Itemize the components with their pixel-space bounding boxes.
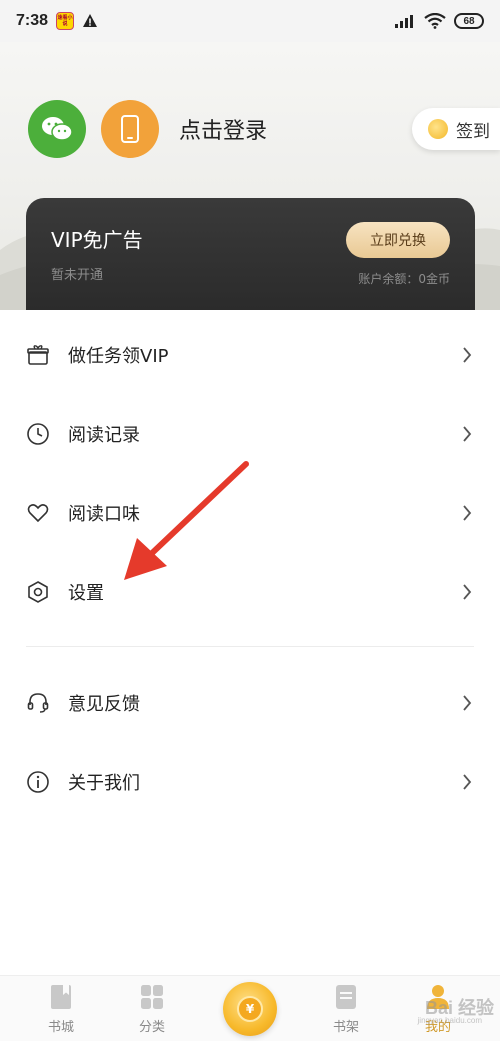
- gift-icon: [26, 343, 50, 367]
- phone-login-button[interactable]: [101, 100, 159, 158]
- battery-indicator: 68: [454, 13, 484, 29]
- warning-icon: [83, 14, 98, 27]
- info-icon: [26, 770, 50, 794]
- vip-title: VIP免广告: [51, 228, 143, 252]
- coin-icon: ¥: [237, 996, 263, 1022]
- phone-icon: [121, 115, 139, 143]
- chevron-right-icon: [463, 584, 472, 600]
- tab-bookstore[interactable]: 书城: [31, 984, 91, 1040]
- shelf-icon: [336, 985, 356, 1009]
- chevron-right-icon: [463, 347, 472, 363]
- wechat-login-button[interactable]: [28, 100, 86, 158]
- headset-icon: [26, 691, 50, 715]
- tab-label: 分类: [138, 1020, 165, 1035]
- menu-label: 阅读口味: [68, 504, 140, 525]
- menu-item-feedback[interactable]: 意见反馈: [0, 664, 500, 742]
- watermark-url: jingyan.baidu.com: [417, 1016, 482, 1025]
- app-badge-label: 速看小说: [57, 15, 73, 27]
- wifi-icon: [424, 13, 446, 29]
- menu-label: 设置: [68, 583, 104, 604]
- clock-icon: [26, 422, 50, 446]
- menu-item-task-vip[interactable]: 做任务领VIP: [0, 316, 500, 394]
- menu-label: 意见反馈: [68, 694, 140, 715]
- chevron-right-icon: [463, 695, 472, 711]
- status-time: 7:38: [16, 12, 49, 29]
- book-icon: [51, 985, 71, 1009]
- tab-label: 书架: [332, 1020, 359, 1035]
- menu-label: 做任务领VIP: [68, 346, 169, 367]
- coin-icon: [428, 119, 448, 139]
- menu-item-reading-taste[interactable]: 阅读口味: [0, 474, 500, 552]
- vip-status: 暂未开通: [51, 268, 104, 283]
- checkin-button[interactable]: 签到: [412, 108, 500, 150]
- signal-icon: [395, 15, 413, 28]
- settings-hexagon-icon: [26, 580, 50, 604]
- menu-item-reading-history[interactable]: 阅读记录: [0, 395, 500, 473]
- redeem-now-button[interactable]: 立即兑换: [346, 222, 450, 258]
- heart-icon: [26, 501, 50, 525]
- login-prompt[interactable]: 点击登录: [179, 113, 267, 145]
- chevron-right-icon: [463, 774, 472, 790]
- chevron-right-icon: [463, 426, 472, 442]
- wechat-icon: [42, 117, 73, 141]
- status-right: 68: [394, 13, 484, 29]
- grid-icon: [141, 985, 163, 1009]
- menu-item-about-us[interactable]: 关于我们: [0, 743, 500, 821]
- tab-category[interactable]: 分类: [122, 984, 182, 1040]
- account-balance: 账户余额：0金币: [358, 272, 450, 286]
- checkin-label: 签到: [456, 121, 490, 142]
- center-coin-button[interactable]: ¥: [223, 982, 277, 1036]
- login-row: 点击登录: [28, 100, 267, 158]
- vip-card: VIP免广告 暂未开通 立即兑换 账户余额：0金币: [26, 198, 475, 310]
- app-notification-icon: 速看小说: [56, 12, 75, 30]
- menu-label: 关于我们: [68, 773, 140, 794]
- menu-label: 阅读记录: [68, 425, 140, 446]
- status-bar: 7:38 速看小说 68: [0, 0, 500, 42]
- tab-bookshelf[interactable]: 书架: [316, 984, 376, 1040]
- chevron-right-icon: [463, 505, 472, 521]
- tab-label: 书城: [47, 1020, 74, 1035]
- menu-divider: [26, 646, 474, 647]
- menu-item-settings[interactable]: 设置: [0, 553, 500, 631]
